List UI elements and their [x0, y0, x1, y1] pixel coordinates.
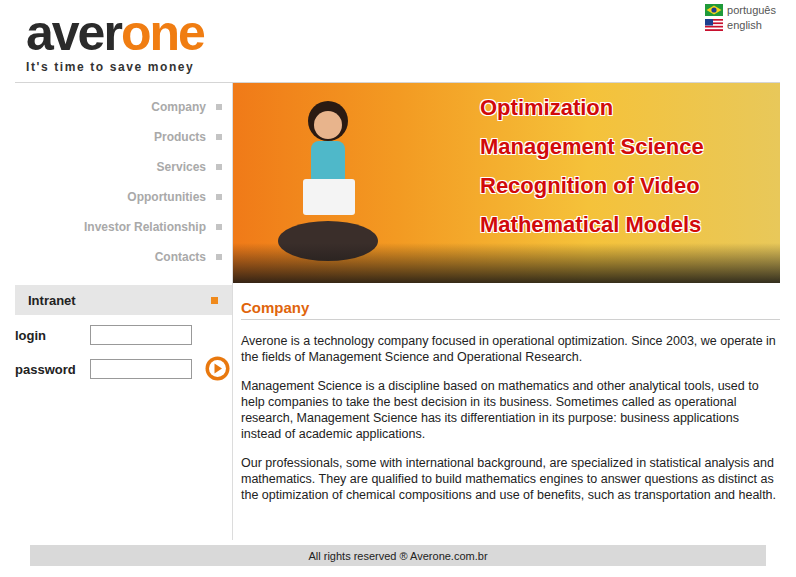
nav-label[interactable]: Opportunities	[127, 190, 206, 204]
intranet-header: Intranet	[15, 285, 232, 315]
nav-label[interactable]: Investor Relationship	[84, 220, 206, 234]
bullet-icon	[216, 134, 222, 140]
company-section: Company Averone is a technology company f…	[233, 283, 780, 503]
content-column: Optimization Management Science Recognitio…	[233, 83, 780, 540]
nav-item[interactable]: Contacts	[15, 242, 232, 272]
intranet-title: Intranet	[28, 293, 76, 308]
nav-label[interactable]: Services	[157, 160, 206, 174]
main-frame: Company Products Services Opportunities Inve…	[15, 82, 780, 540]
language-link[interactable]: english	[705, 19, 776, 31]
flag-icon	[705, 19, 723, 31]
nav-label[interactable]: Products	[154, 130, 206, 144]
language-list: português english	[705, 0, 796, 82]
text-field[interactable]	[90, 359, 192, 379]
square-icon	[211, 297, 218, 304]
nav-item[interactable]: Investor Relationship	[15, 212, 232, 242]
paragraph: Averone is a technology company focused …	[241, 333, 780, 365]
nav-label[interactable]: Contacts	[155, 250, 206, 264]
nav-item[interactable]: Products	[15, 122, 232, 152]
bullet-icon	[216, 104, 222, 110]
footer: All rights reserved ® Averone.com.br	[30, 545, 766, 566]
form-row: password	[15, 357, 192, 381]
paragraph: Management Science is a discipline based…	[241, 378, 780, 442]
logo[interactable]: averoneIt's time to save money	[0, 0, 204, 82]
language-link[interactable]: português	[705, 4, 776, 16]
text-field[interactable]	[90, 325, 192, 345]
banner-headline: Optimization	[480, 93, 704, 123]
bullet-icon	[216, 254, 222, 260]
nav-item[interactable]: Opportunities	[15, 182, 232, 212]
banner-headline: Recognition of Video	[480, 171, 704, 201]
paragraph: Our professionals, some with internation…	[241, 455, 780, 503]
nav-item[interactable]: Company	[15, 92, 232, 122]
language-label[interactable]: português	[727, 4, 776, 16]
nav-menu: Company Products Services Opportunities Inve…	[15, 83, 232, 283]
field-label: login	[15, 328, 90, 343]
banner-shade	[233, 243, 780, 283]
bullet-icon	[216, 164, 222, 170]
language-label[interactable]: english	[727, 19, 762, 31]
bullet-icon	[216, 194, 222, 200]
banner: Optimization Management Science Recognitio…	[233, 83, 780, 283]
banner-headlines: Optimization Management Science Recognitio…	[480, 93, 704, 240]
logo-part[interactable]: aver	[26, 5, 121, 61]
banner-headline: Mathematical Models	[480, 210, 704, 240]
nav-label[interactable]: Company	[151, 100, 206, 114]
flag-icon	[705, 4, 723, 16]
bullet-icon	[216, 224, 222, 230]
logo-text[interactable]: averone	[26, 10, 204, 56]
form-row: login	[15, 323, 192, 347]
submit-arrow-icon[interactable]	[205, 356, 230, 381]
form-rows: login password	[15, 323, 192, 381]
field-label: password	[15, 362, 90, 377]
login-form: login password	[15, 315, 232, 381]
header: averoneIt's time to save moneyportuguêse…	[0, 0, 796, 82]
nav-item[interactable]: Services	[15, 152, 232, 182]
copyright: All rights reserved ® Averone.com.br	[308, 550, 487, 562]
sidebar: Company Products Services Opportunities Inve…	[15, 83, 233, 540]
section-title: Company	[241, 299, 780, 320]
logo-part[interactable]: one	[121, 5, 204, 61]
tagline: It's time to save money	[26, 60, 204, 74]
banner-headline: Management Science	[480, 132, 704, 162]
